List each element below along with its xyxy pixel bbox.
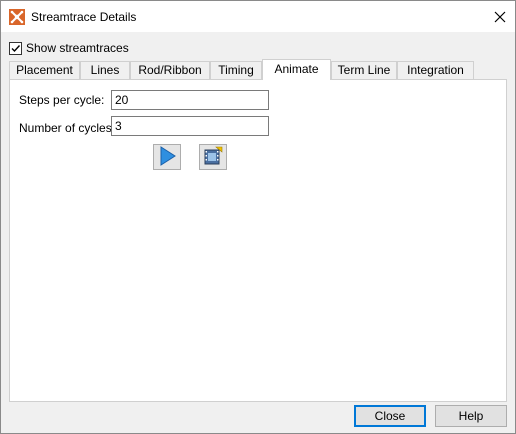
tab-integration[interactable]: Integration [397,61,474,79]
number-of-cycles-input[interactable]: 3 [111,116,269,136]
play-icon [157,145,177,169]
help-button[interactable]: Help [435,405,507,427]
close-button[interactable]: Close [354,405,426,427]
export-movie-button[interactable] [199,144,227,170]
tab-lines[interactable]: Lines [80,61,130,79]
app-icon [9,9,25,25]
show-streamtraces-row[interactable]: Show streamtraces [9,41,129,55]
tab-animate[interactable]: Animate [262,59,331,80]
close-icon[interactable] [485,1,515,32]
tab-placement[interactable]: Placement [9,61,80,79]
window-title: Streamtrace Details [31,10,137,24]
streamtrace-details-dialog: Streamtrace Details Show streamtraces Pl… [0,0,516,434]
show-streamtraces-label: Show streamtraces [26,41,129,55]
steps-per-cycle-label: Steps per cycle: [19,93,105,107]
play-button[interactable] [153,144,181,170]
show-streamtraces-checkbox[interactable] [9,41,22,55]
steps-per-cycle-input[interactable]: 20 [111,90,269,110]
tab-term-line[interactable]: Term Line [331,61,397,79]
tab-rod-ribbon[interactable]: Rod/Ribbon [130,61,210,79]
tab-timing[interactable]: Timing [210,61,262,79]
title-bar: Streamtrace Details [1,1,515,32]
animate-panel: Steps per cycle: 20 Number of cycles: 3 [9,79,507,402]
export-movie-icon [203,146,223,169]
number-of-cycles-label: Number of cycles: [19,121,116,135]
